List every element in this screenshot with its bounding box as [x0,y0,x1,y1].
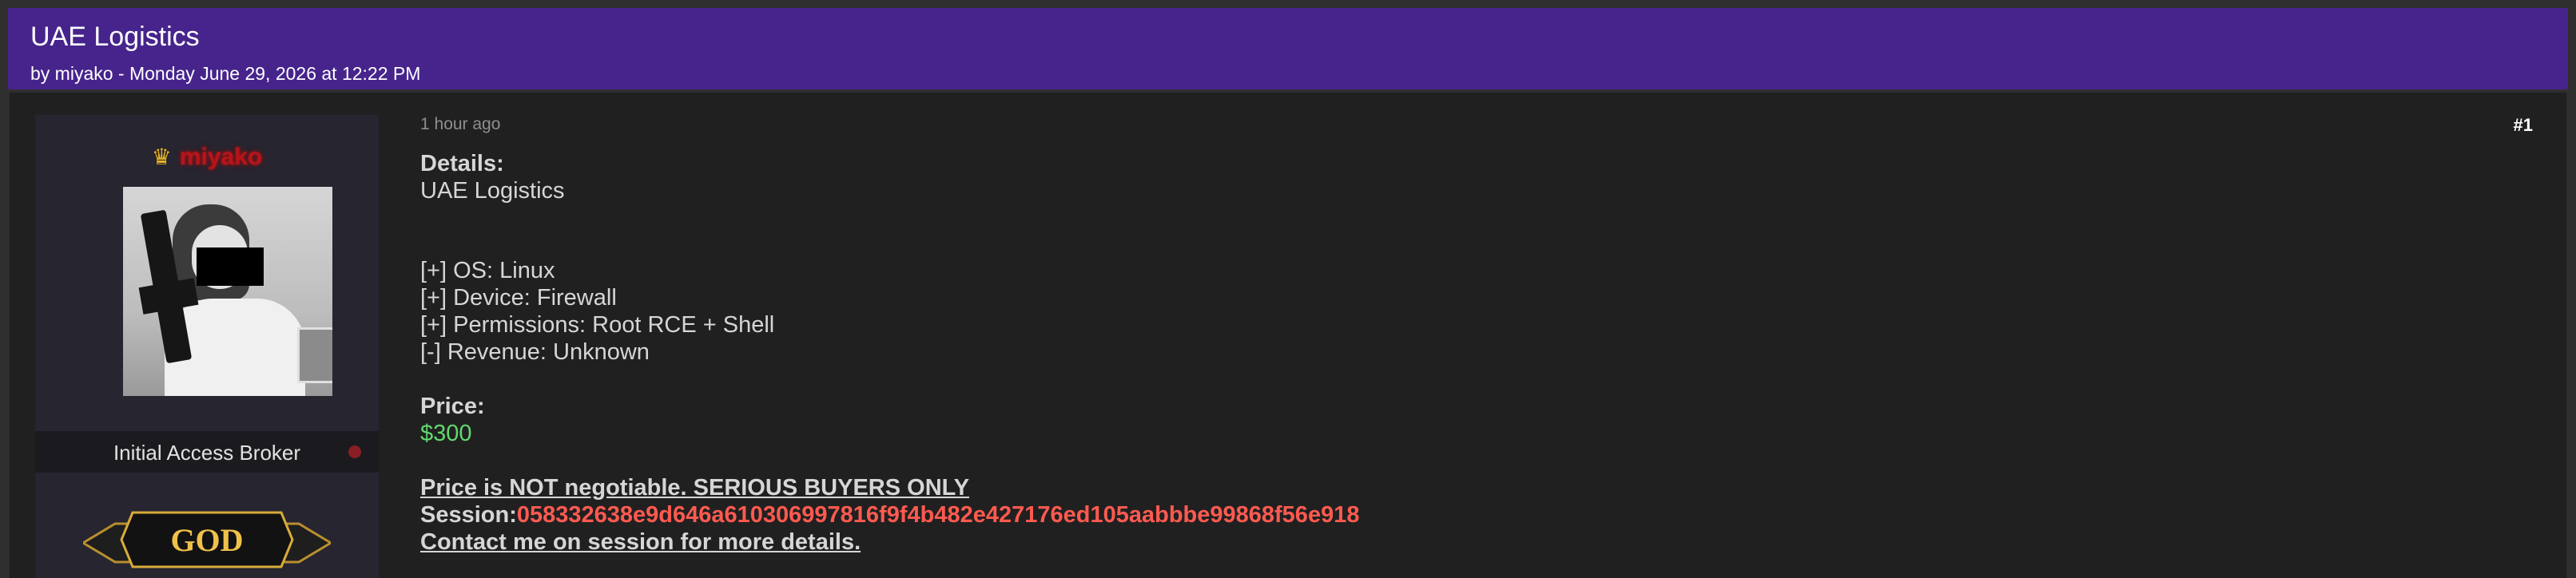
session-label: Session: [420,502,517,528]
contact-text: Contact me on session for more details. [420,529,861,555]
avatar-background-appliance [297,327,332,383]
avatar-censor-bar [197,247,264,286]
spec-permissions: [+] Permissions: Root RCE + Shell [420,312,775,338]
details-value: UAE Logistics [420,178,565,204]
role-bar: Initial Access Broker [35,431,379,473]
author-panel: ♛ miyako Initial Access Broker GOD [35,115,379,578]
author-role: Initial Access Broker [113,441,301,465]
thread-byline: by miyako - Monday June 29, 2026 at 12:2… [30,63,421,84]
author-username[interactable]: miyako [180,144,262,170]
details-label: Details: [420,151,504,176]
post-number-link[interactable]: #1 [2514,115,2533,136]
rank-badge: GOD [83,511,331,568]
author-name-row: ♛ miyako [35,144,379,171]
session-id: 058332638e9d646a610306997816f9f4b482e427… [516,502,1360,528]
post: ♛ miyako Initial Access Broker GOD 1 hour… [10,93,2566,578]
price-value: $300 [420,421,472,446]
status-dot-icon [348,445,361,458]
thread-title: UAE Logistics [30,22,200,52]
crown-icon: ♛ [151,144,172,169]
notice-text: Price is NOT negotiable. SERIOUS BUYERS … [420,475,970,501]
spec-revenue: [-] Revenue: Unknown [420,339,650,365]
spec-device: [+] Device: Firewall [420,285,617,311]
post-time[interactable]: 1 hour ago [420,115,500,134]
thread-header: UAE Logistics by miyako - Monday June 29… [8,8,2568,89]
spec-os: [+] OS: Linux [420,258,555,283]
session-row: Session:058332638e9d646a610306997816f9f4… [420,501,1359,529]
rank-badge-text: GOD [170,522,243,558]
price-label: Price: [420,394,485,419]
avatar[interactable] [123,187,332,396]
